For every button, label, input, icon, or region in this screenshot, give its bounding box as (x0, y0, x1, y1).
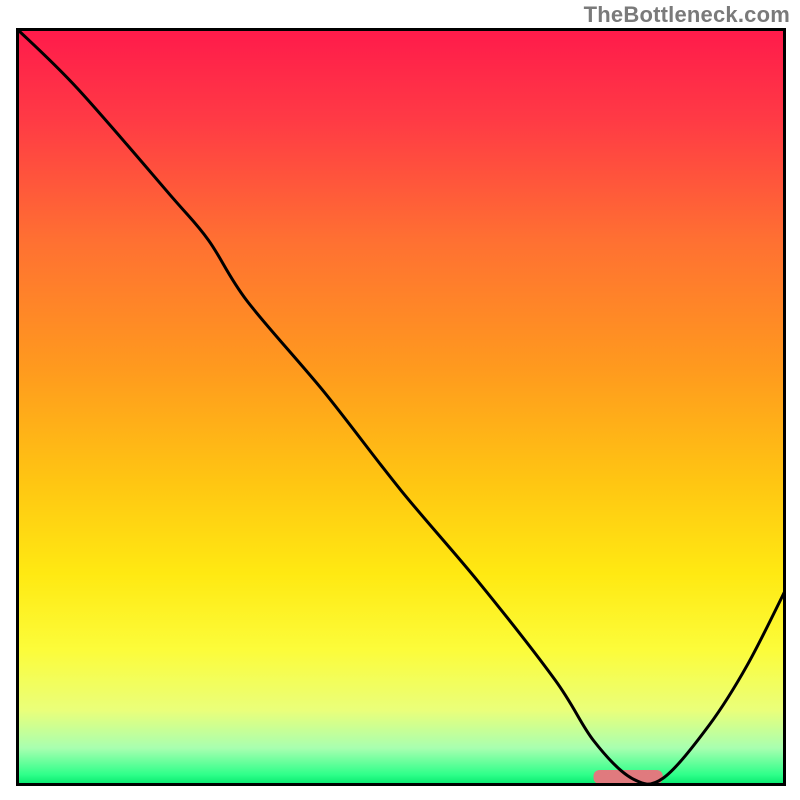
watermark-text: TheBottleneck.com (584, 2, 790, 28)
plot-frame (16, 28, 786, 786)
chart-svg (16, 28, 786, 786)
gradient-background (16, 28, 786, 786)
chart-container: TheBottleneck.com (0, 0, 800, 800)
